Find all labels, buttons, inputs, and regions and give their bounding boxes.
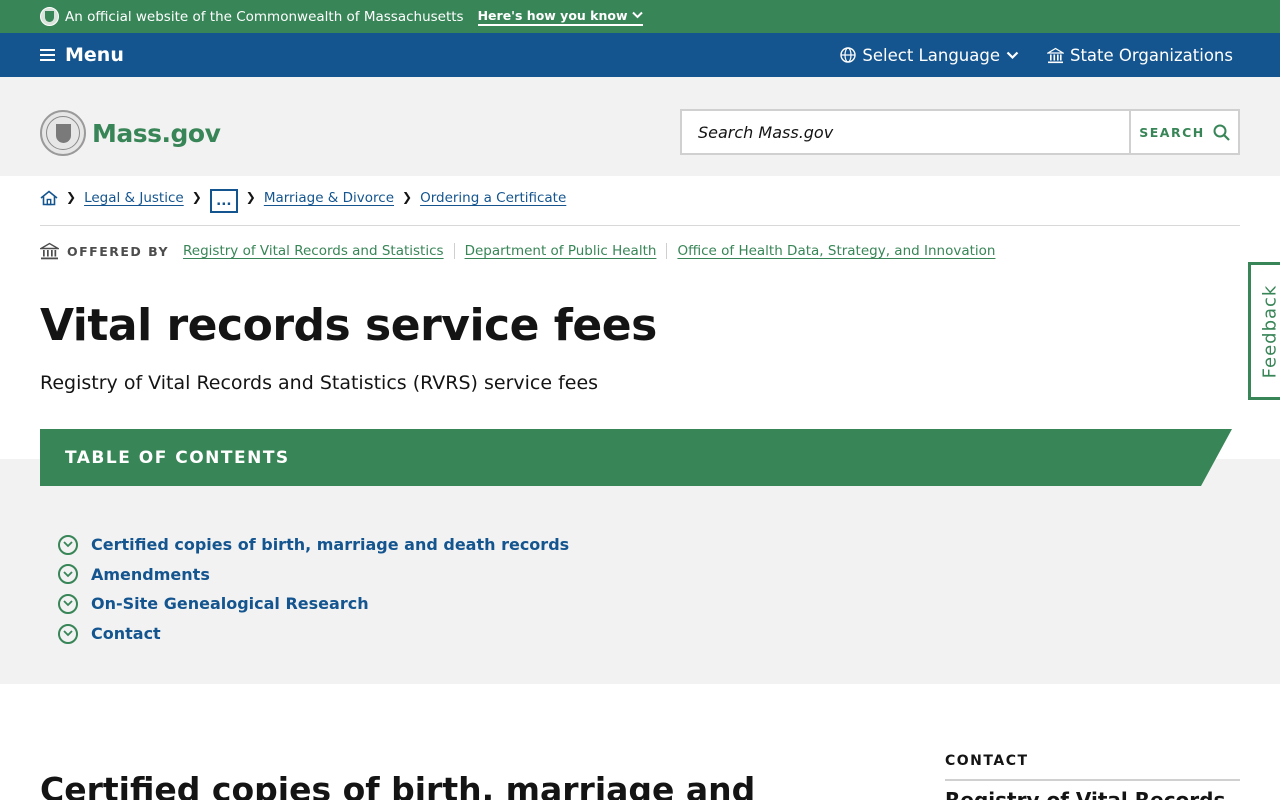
search-input[interactable] [682,111,1129,153]
chevron-down-icon [1006,51,1019,59]
search-form: SEARCH [680,109,1240,155]
sidebar-divider [945,779,1240,781]
breadcrumb-marriage-divorce[interactable]: Marriage & Divorce [264,190,394,206]
hamburger-icon [40,49,55,61]
toc-item[interactable]: Amendments [58,560,569,590]
menu-label: Menu [65,44,124,66]
sidebar-contact-label: CONTACT [945,753,1029,769]
state-organizations-label: State Organizations [1069,45,1233,65]
official-site-text: An official website of the Commonwealth … [65,8,464,25]
offered-by-dph-link[interactable]: Department of Public Health [453,243,667,259]
breadcrumb: ❯ Legal & Justice ❯ ... ❯ Marriage & Div… [40,189,1240,226]
breadcrumb-ordering-certificate[interactable]: Ordering a Certificate [420,190,566,206]
chevron-right-icon: ❯ [245,190,256,204]
chevron-right-icon: ❯ [402,190,413,204]
table-of-contents-list: Certified copies of birth, marriage and … [58,530,569,648]
toc-link-genealogical-research[interactable]: On-Site Genealogical Research [91,594,369,613]
toc-item[interactable]: Contact [58,619,569,649]
page-subtitle: Registry of Vital Records and Statistics… [40,372,599,394]
offered-by-rvrs-link[interactable]: Registry of Vital Records and Statistics [183,243,454,259]
table-of-contents-header: TABLE OF CONTENTS [40,429,1232,486]
how-you-know-label: Here's how you know [477,7,628,23]
page-title: Vital records service fees [40,300,657,351]
nav-utility-links: Select Language State Organizations [840,33,1233,77]
chevron-down-circle-icon [58,593,78,614]
select-language-button[interactable]: Select Language [840,46,1019,65]
toc-link-certified-copies[interactable]: Certified copies of birth, marriage and … [91,535,569,554]
menu-button[interactable]: Menu [40,33,124,77]
breadcrumb-legal-justice[interactable]: Legal & Justice [84,190,184,206]
table-of-contents-heading: TABLE OF CONTENTS [65,447,290,468]
chevron-down-circle-icon [58,534,78,555]
toc-item[interactable]: Certified copies of birth, marriage and … [58,530,569,560]
state-organizations-button[interactable]: State Organizations [1046,45,1233,65]
section-heading: Certified copies of birth, marriage and [40,770,756,800]
site-header: Mass.gov SEARCH [0,77,1280,176]
search-button-label: SEARCH [1139,124,1205,140]
feedback-label: Feedback [1259,284,1280,378]
state-seal-icon [40,7,59,26]
offered-by-label: OFFERED BY [67,243,170,259]
offered-by: OFFERED BY Registry of Vital Records and… [40,242,1005,260]
mass-gov-logo-link[interactable]: Mass.gov [40,110,221,156]
chevron-down-icon [631,11,643,19]
search-icon [1213,124,1230,141]
chevron-down-circle-icon [58,564,78,585]
sidebar-contact-name[interactable]: Registry of Vital Records [945,788,1225,800]
chevron-down-circle-icon [58,623,78,644]
toc-item[interactable]: On-Site Genealogical Research [58,589,569,619]
how-you-know-toggle[interactable]: Here's how you know [477,7,643,26]
state-seal-icon [40,110,86,156]
toc-link-contact[interactable]: Contact [91,624,161,643]
select-language-label: Select Language [862,45,1000,65]
building-icon [40,242,59,260]
feedback-tab[interactable]: Feedback [1248,262,1280,400]
home-icon[interactable] [40,190,58,206]
search-button[interactable]: SEARCH [1129,111,1238,153]
main-nav-bar: Menu Select Language State Organizations [0,33,1280,77]
breadcrumb-expand-button[interactable]: ... [209,189,238,213]
chevron-right-icon: ❯ [66,190,77,204]
chevron-right-icon: ❯ [191,190,202,204]
globe-icon [840,47,857,63]
building-icon [1046,47,1064,63]
toc-link-amendments[interactable]: Amendments [91,565,210,584]
official-site-banner: An official website of the Commonwealth … [0,0,1280,33]
logo-text: Mass.gov [92,118,221,148]
offered-by-ohdsi-link[interactable]: Office of Health Data, Strategy, and Inn… [666,243,1005,259]
